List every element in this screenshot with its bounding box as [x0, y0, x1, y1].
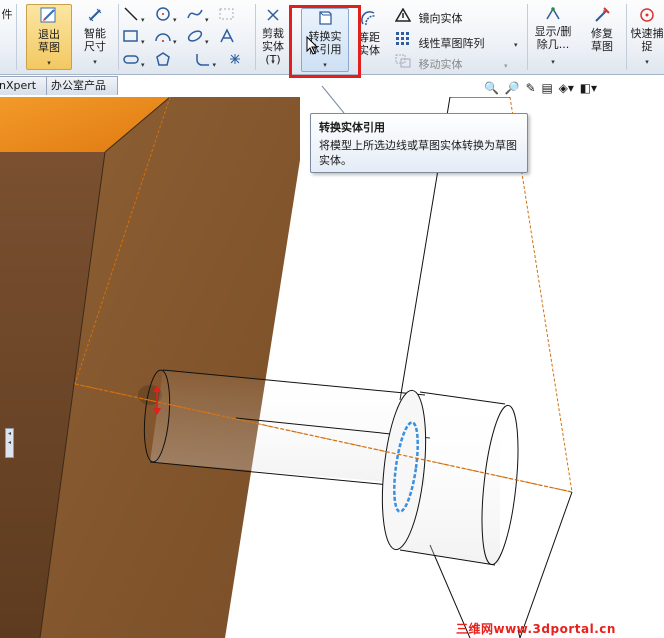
- watermark: 三维网www.3dportal.cn: [456, 622, 616, 636]
- trim-dropdown[interactable]: ▾: [258, 57, 288, 68]
- tooltip-title: 转换实体引用: [319, 121, 385, 134]
- mirror-icon: [394, 7, 412, 25]
- linear-pattern-icon: [395, 31, 411, 50]
- section-view-icon[interactable]: ▤: [541, 81, 552, 95]
- ribbon-separator: [16, 4, 17, 70]
- move-entities-item[interactable]: 移动实体 ▾: [395, 54, 508, 72]
- quick-snaps-button[interactable]: 快速捕捉 ▾: [630, 6, 664, 68]
- quick-snap-icon: [638, 6, 656, 27]
- quick-snaps-dropdown[interactable]: ▾: [630, 57, 664, 68]
- view-orientation-icon[interactable]: ◈▾: [559, 81, 574, 95]
- polygon-icon[interactable]: [154, 51, 172, 70]
- zoom-area-icon[interactable]: 🔎: [505, 81, 520, 95]
- exit-sketch-dropdown[interactable]: ▾: [27, 58, 71, 69]
- text-icon[interactable]: [218, 28, 236, 47]
- ribbon-separator: [527, 4, 528, 70]
- repair-sketch-button[interactable]: 修复草图: [580, 6, 624, 68]
- sketch-tools-row-1: ▾ ▾ ▾: [122, 6, 236, 25]
- exit-sketch-icon: [39, 5, 59, 28]
- plane-icon[interactable]: [218, 6, 236, 25]
- model-scene: [0, 97, 573, 638]
- mirror-entities-item[interactable]: 镜向实体: [394, 7, 463, 26]
- arc-icon[interactable]: [154, 28, 172, 47]
- display-style-icon[interactable]: ◧▾: [580, 81, 597, 95]
- relations-icon: [544, 6, 562, 25]
- spline-icon[interactable]: [186, 6, 204, 25]
- tab-office-products[interactable]: 办公室产品: [46, 76, 118, 95]
- linear-pattern-item[interactable]: 线性草图阵列 ▾: [395, 31, 518, 51]
- sketch-tools-row-3: ▾ ▾: [122, 51, 244, 70]
- graphics-area[interactable]: 🔍 🔎 ✎ ▤ ◈▾ ◧▾: [0, 81, 664, 638]
- convert-entities-highlight-box: [289, 5, 361, 78]
- tooltip-body: 将模型上所选边线或草图实体转换为草图实体。: [319, 139, 517, 167]
- smart-dimension-icon: [86, 6, 104, 27]
- convert-entities-tooltip: 转换实体引用 将模型上所选边线或草图实体转换为草图实体。: [310, 113, 528, 173]
- trim-icon: [264, 6, 282, 27]
- move-icon: [395, 54, 411, 71]
- heads-up-view-toolbar: 🔍 🔎 ✎ ▤ ◈▾ ◧▾: [484, 81, 599, 103]
- tab-nxpert[interactable]: nXpert: [0, 76, 52, 95]
- display-delete-relations-button[interactable]: 显示/删除几... ▾: [530, 6, 576, 68]
- fillet-icon[interactable]: [194, 51, 212, 70]
- slot-icon[interactable]: [122, 51, 140, 70]
- ellipse-icon[interactable]: [186, 28, 204, 47]
- ribbon-separator: [626, 4, 627, 70]
- trim-entities-button[interactable]: 剪裁实体(T) ▾: [258, 6, 288, 68]
- rectangle-icon[interactable]: [122, 28, 140, 47]
- smart-dimension-dropdown[interactable]: ▾: [72, 57, 118, 68]
- ribbon-separator: [255, 4, 256, 70]
- sketch-tools-row-2: ▾ ▾ ▾: [122, 28, 236, 47]
- mouse-cursor-icon: [306, 36, 319, 55]
- smart-dimension-button[interactable]: 智能尺寸 ▾: [72, 6, 118, 68]
- previous-view-icon[interactable]: ✎: [526, 81, 536, 95]
- relations-dropdown[interactable]: ▾: [530, 57, 576, 68]
- offset-icon: [360, 10, 378, 31]
- tooltip-pointer: [321, 85, 345, 114]
- repair-sketch-icon: [593, 6, 611, 27]
- line-icon[interactable]: [122, 6, 140, 25]
- cut-off-ribbon-label[interactable]: 件: [0, 8, 14, 21]
- exit-sketch-button[interactable]: 退出草图 ▾: [26, 4, 72, 70]
- circle-icon[interactable]: [154, 6, 172, 25]
- panel-collapse-handle[interactable]: ◂ ◂: [5, 428, 14, 458]
- zoom-to-fit-icon[interactable]: 🔍: [484, 81, 499, 95]
- point-icon[interactable]: [226, 51, 244, 70]
- ribbon-separator: [118, 4, 119, 70]
